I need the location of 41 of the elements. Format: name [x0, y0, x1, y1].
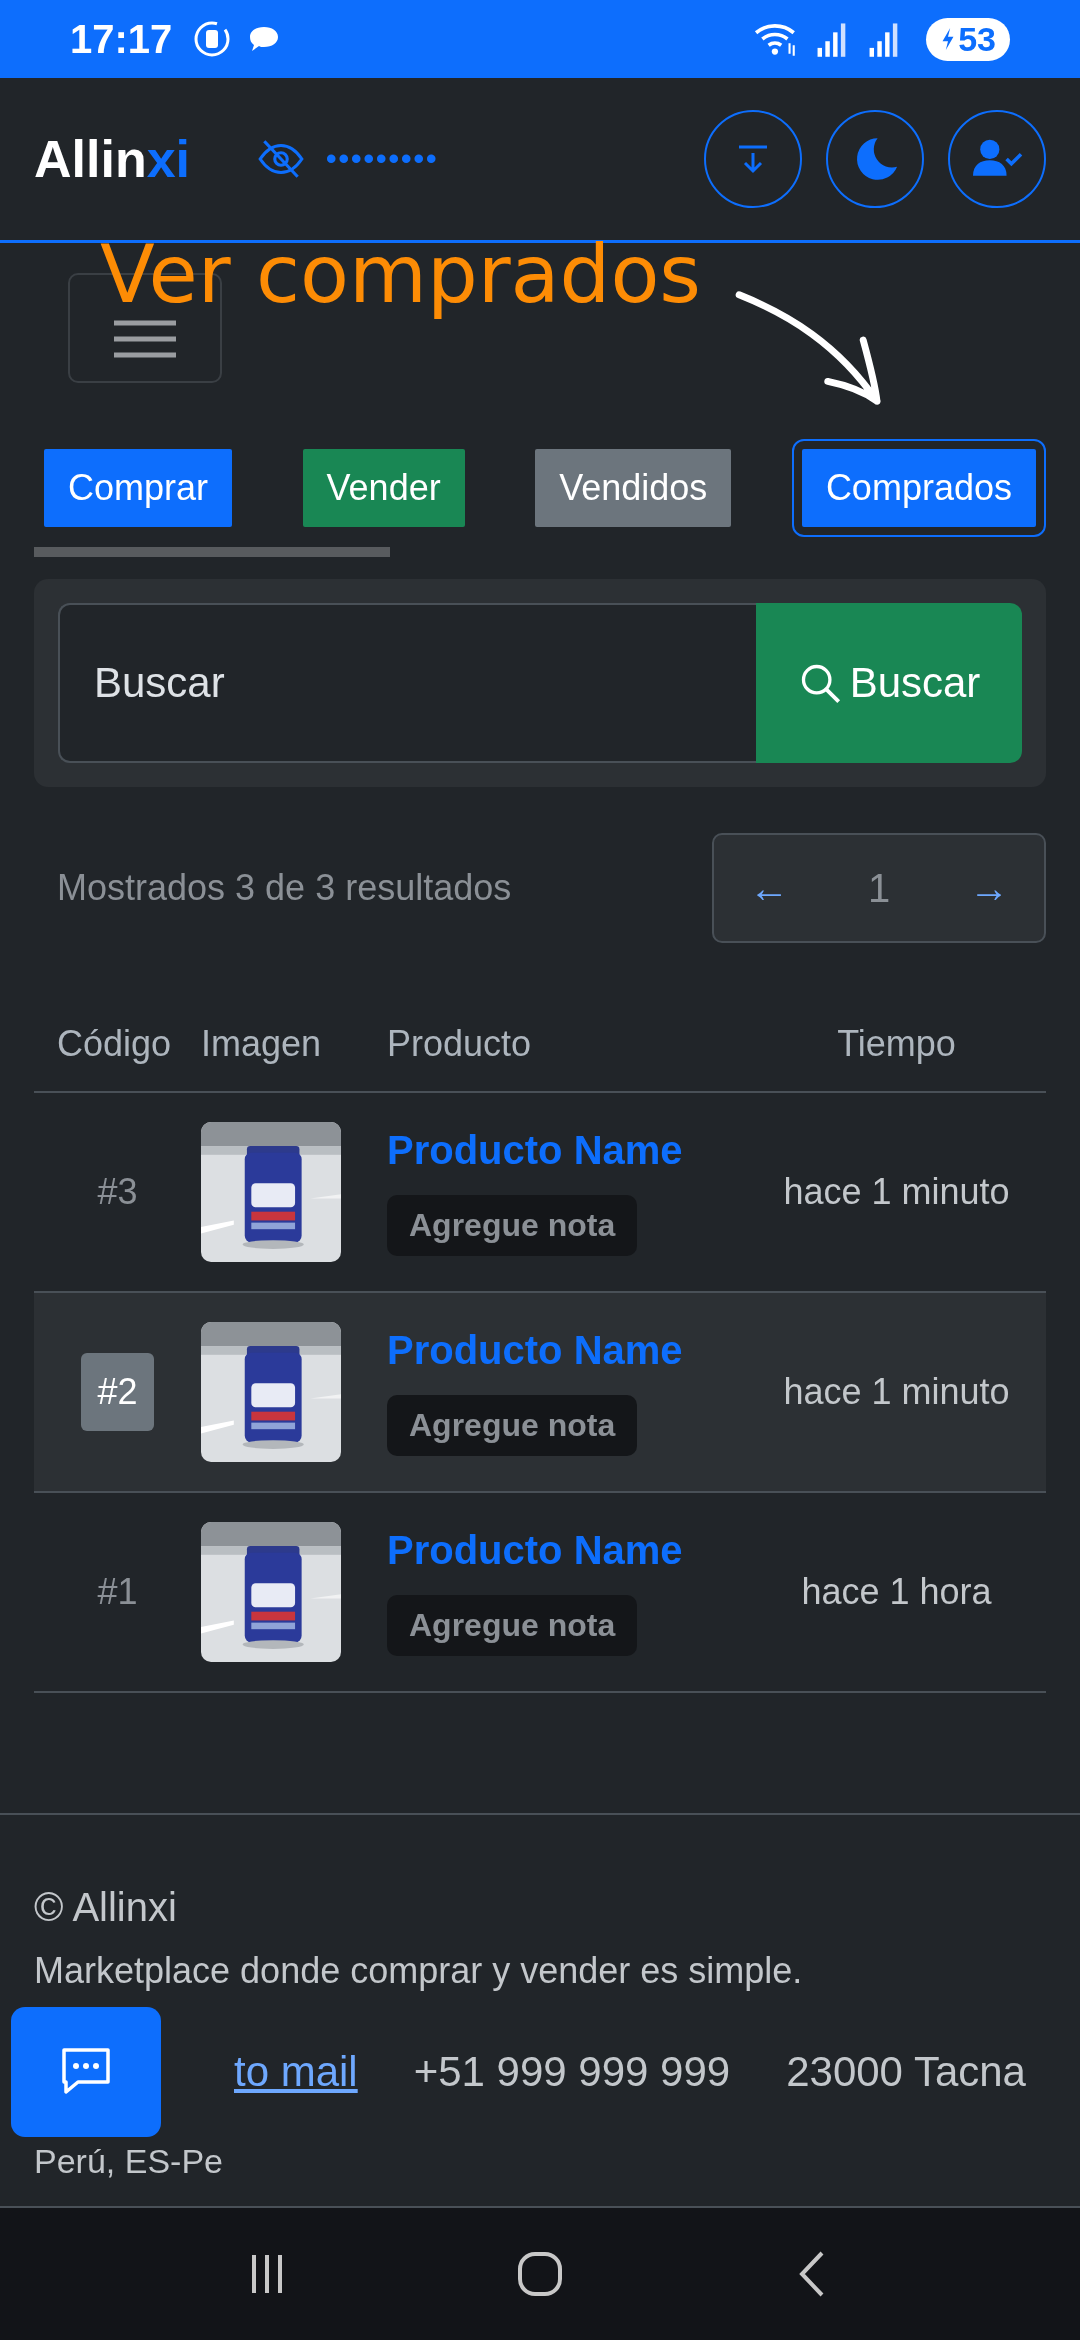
copyright-text: © Allinxi [34, 1885, 178, 1930]
add-note-button[interactable]: Agregue nota [387, 1395, 638, 1456]
previous-page-button[interactable]: ← [714, 864, 824, 912]
download-button[interactable] [704, 110, 802, 208]
search-field[interactable]: Buscar [58, 603, 756, 763]
add-note-button[interactable]: Agregue nota [387, 1195, 638, 1256]
column-header: Producto [387, 1023, 533, 1065]
next-page-button[interactable]: → [934, 864, 1044, 912]
masked-balance: ••••••••• [326, 142, 439, 176]
tab[interactable]: Comprados [791, 439, 1046, 537]
time-cell: hace 1 minuto [783, 1171, 1010, 1213]
search-button[interactable]: Buscar [756, 603, 1022, 763]
home-icon[interactable] [515, 2249, 565, 2299]
code-cell: #1 [97, 1571, 138, 1613]
time-cell: hace 1 minuto [783, 1371, 1010, 1413]
logo: Allinxi [34, 129, 191, 189]
dark-mode-button[interactable] [826, 110, 924, 208]
column-header: Código [56, 1023, 173, 1065]
product-link[interactable]: Producto Name [387, 1128, 683, 1173]
phone-number: +51 999 999 999 [413, 2048, 731, 2096]
code-badge: #2 [81, 1353, 154, 1431]
product-link[interactable]: Producto Name [387, 1328, 683, 1373]
column-header: Tiempo [836, 1023, 957, 1065]
mail-link[interactable]: to mail [234, 2048, 358, 2096]
address-text: Perú, ES-Pe [34, 2142, 224, 2181]
battery-level: 53 [958, 19, 996, 59]
table-row[interactable]: #3 Producto Name Agregue nota hace 1 minuto [34, 1093, 1046, 1293]
selected-row[interactable]: #2 Producto Name Agregue nota hace 1 minuto [34, 1293, 1046, 1493]
clock: 17:17 [70, 16, 173, 62]
add-note-button[interactable]: Agregue nota [387, 1595, 638, 1656]
time-cell: hace 1 hora [801, 1571, 992, 1613]
tagline: Marketplace donde comprar y vender es simple. [34, 1950, 804, 1992]
results-summary: Mostrados 3 de 3 resultados [57, 867, 512, 909]
column-header: Imagen [201, 1023, 323, 1065]
chat-button[interactable] [11, 2007, 161, 2137]
address-text: 23000 Tacna [786, 2048, 1026, 2096]
page-number: 1 [866, 865, 892, 911]
code-cell: #3 [97, 1171, 138, 1213]
account-button[interactable] [948, 110, 1046, 208]
product-link[interactable]: Producto Name [387, 1528, 683, 1573]
table-row[interactable]: #1 Producto Name Agregue nota hace 1 hora [34, 1493, 1046, 1693]
